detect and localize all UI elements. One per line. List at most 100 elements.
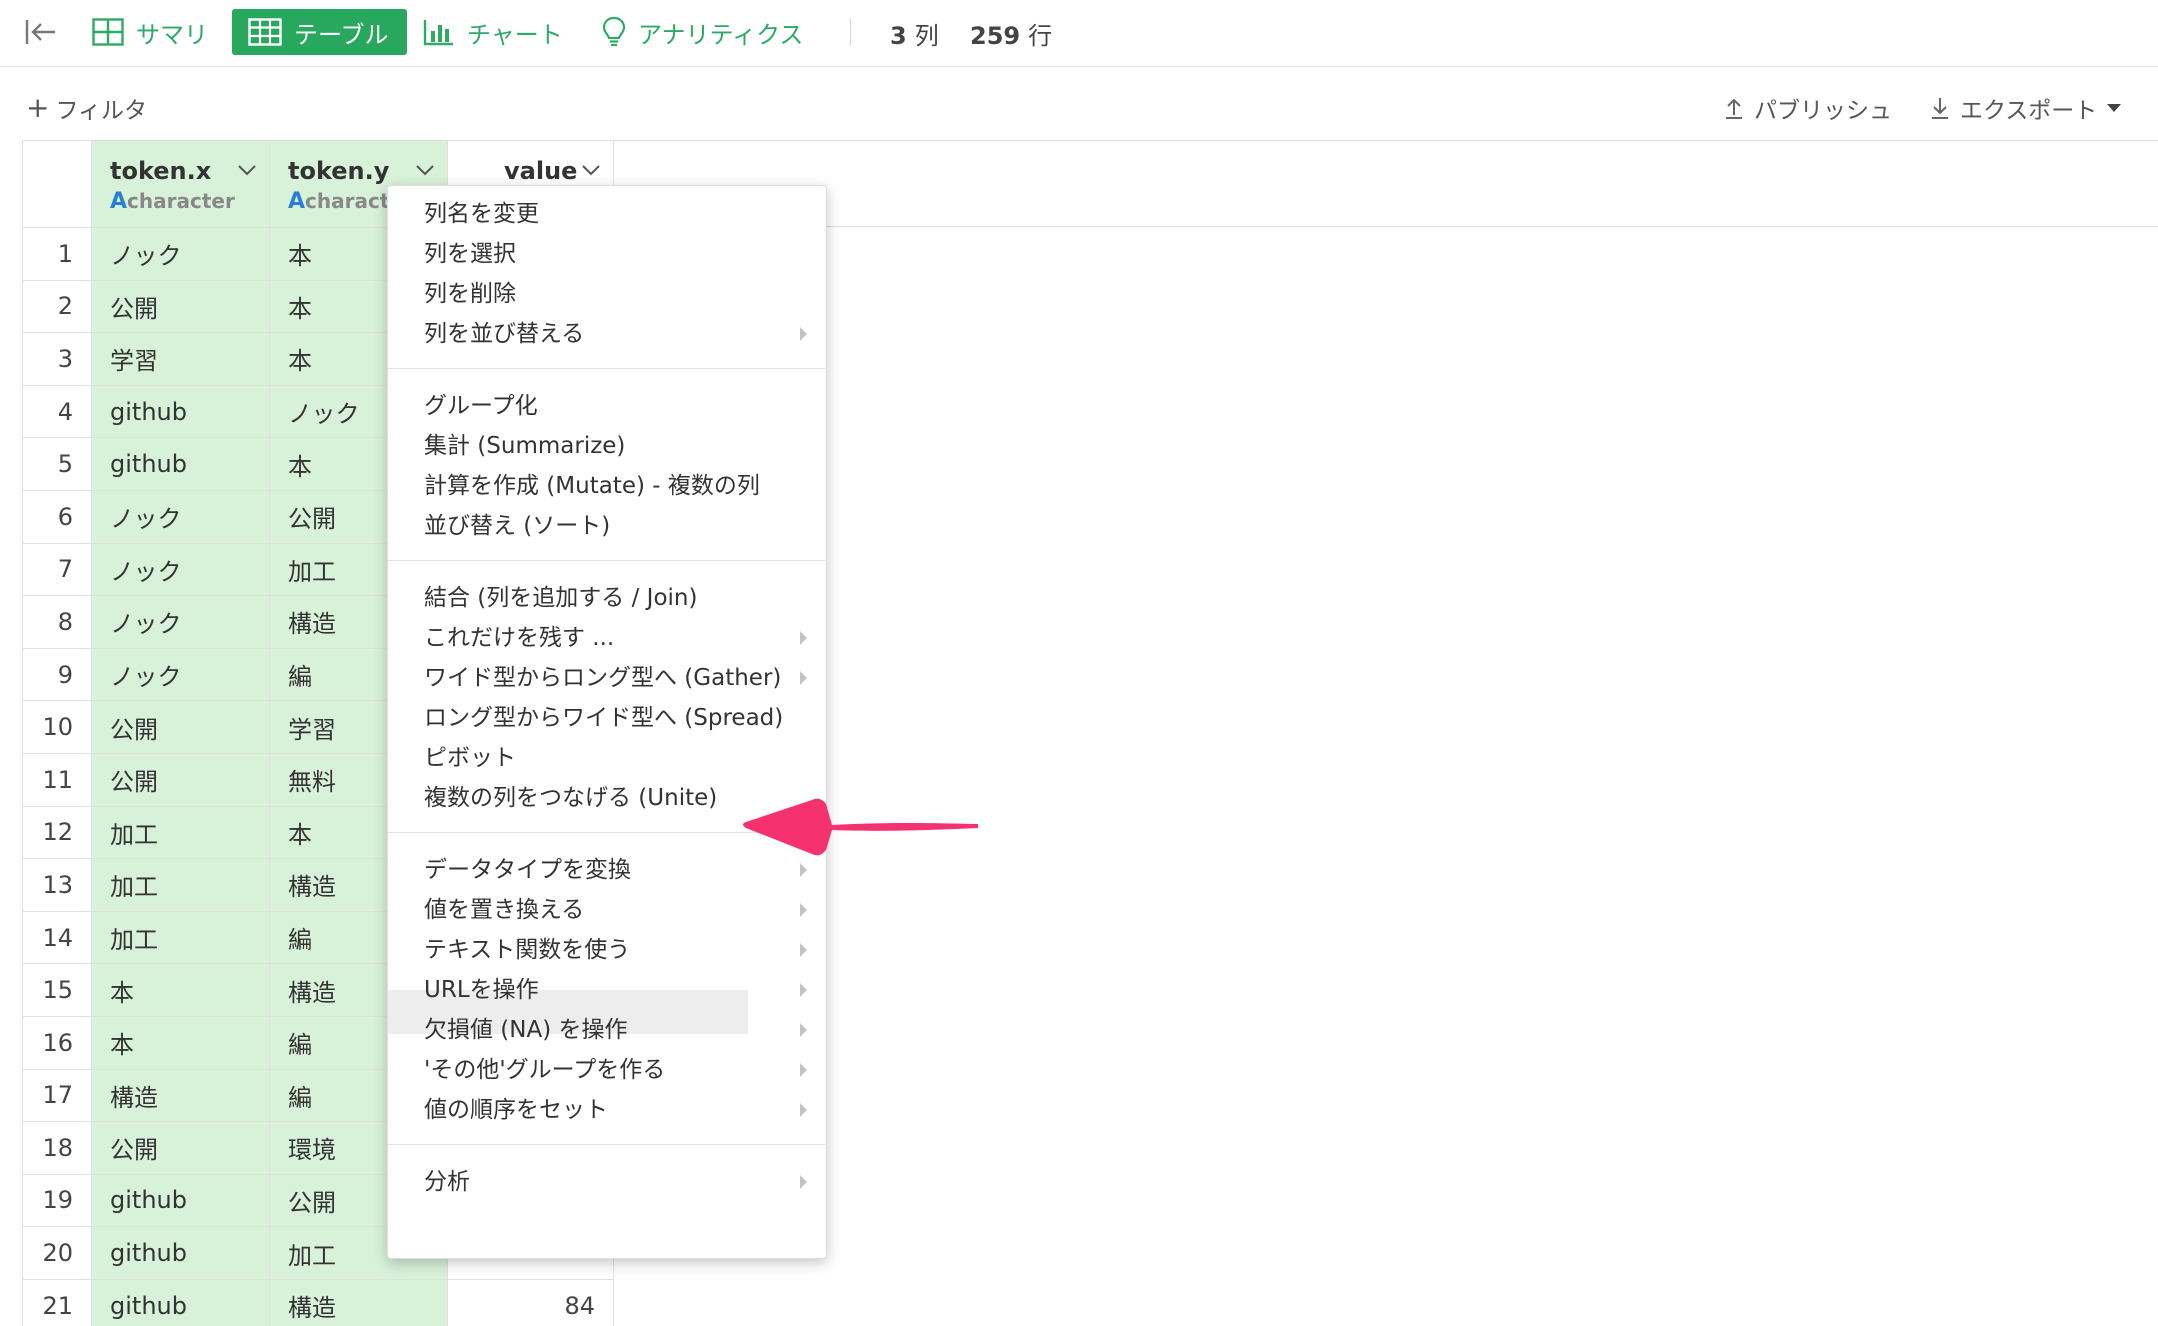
menu-item[interactable]: 列名を変更	[424, 194, 539, 234]
cell-token-x[interactable]: ノック	[91, 595, 270, 649]
more-options-icon[interactable]: ⋮	[2150, 96, 2158, 117]
row-number: 5	[22, 437, 92, 491]
submenu-arrow-icon	[800, 903, 807, 917]
submenu-arrow-icon	[800, 1103, 807, 1117]
annotation-arrow	[743, 798, 978, 856]
row-number: 13	[22, 858, 92, 912]
cell-token-x[interactable]: ノック	[91, 647, 270, 702]
column-name: token.y	[288, 157, 390, 185]
publish-button[interactable]: パブリッシュ	[1724, 91, 1892, 125]
menu-item[interactable]: 値の順序をセット	[424, 1090, 608, 1130]
character-type-icon: A	[110, 189, 128, 214]
row-number: 19	[22, 1173, 92, 1228]
menu-item[interactable]: 列を選択	[424, 234, 516, 274]
menu-item[interactable]: ピボット	[424, 738, 516, 778]
tab-analytics[interactable]: アナリティクス	[602, 9, 803, 55]
column-type: Acharacter	[110, 189, 235, 214]
tab-summary[interactable]: サマリ	[92, 9, 208, 55]
row-number: 14	[22, 910, 92, 965]
cell-token-x[interactable]: 公開	[91, 752, 270, 807]
row-count-value: 259	[970, 22, 1021, 50]
row-number: 15	[22, 963, 92, 1017]
menu-item[interactable]: グループ化	[424, 386, 538, 426]
summary-grid-icon	[92, 18, 124, 46]
menu-item[interactable]: 値を置き換える	[424, 890, 584, 930]
row-number: 21	[22, 1278, 92, 1326]
cell-token-x[interactable]: ノック	[91, 542, 270, 597]
tab-chart[interactable]: チャート	[423, 9, 563, 55]
cell-token-x[interactable]: 公開	[91, 1121, 270, 1175]
cell-token-x[interactable]: 公開	[91, 279, 270, 334]
export-label: エクスポート	[1960, 98, 2098, 124]
cell-token-x[interactable]: 公開	[91, 700, 270, 754]
tab-summary-label: サマリ	[136, 20, 208, 49]
row-number: 6	[22, 489, 92, 544]
submenu-arrow-icon	[800, 631, 807, 645]
row-number: 10	[22, 700, 92, 754]
plus-icon: +	[26, 91, 50, 124]
chevron-down-icon[interactable]	[581, 163, 601, 177]
menu-item-unite[interactable]: 複数の列をつなげる (Unite)	[424, 778, 717, 818]
cell-token-x[interactable]: 本	[91, 1015, 270, 1070]
menu-item[interactable]: URLを操作	[424, 970, 539, 1010]
menu-item[interactable]: これだけを残す ...	[424, 618, 614, 658]
tab-chart-label: チャート	[467, 20, 563, 49]
cell-token-x[interactable]: github	[91, 1173, 270, 1228]
cell-token-x[interactable]: github	[91, 1226, 270, 1280]
row-number: 3	[22, 332, 92, 386]
table-icon	[248, 18, 282, 46]
cell-token-x[interactable]: 本	[91, 963, 270, 1017]
cell-token-x[interactable]: 加工	[91, 805, 270, 860]
row-number: 11	[22, 752, 92, 807]
tab-table[interactable]: テーブル	[232, 9, 407, 55]
cell-token-y[interactable]: 構造	[269, 1278, 448, 1326]
row-number: 20	[22, 1226, 92, 1280]
cell-token-x[interactable]: 加工	[91, 858, 270, 912]
add-filter-button[interactable]: + フィルタ	[26, 91, 147, 125]
data-grid: token.x Acharacter token.y Acharacter va…	[22, 140, 2158, 1326]
menu-divider	[388, 560, 826, 561]
cell-token-x[interactable]: ノック	[91, 489, 270, 544]
submenu-arrow-icon	[800, 1023, 807, 1037]
collapse-panel-icon[interactable]	[22, 14, 58, 50]
chevron-down-icon[interactable]	[415, 163, 435, 177]
tab-table-label: テーブル	[294, 20, 389, 49]
column-context-menu: 列名を変更 列を選択 列を削除 列を並び替える グループ化 集計 (Summarize) 計…	[387, 185, 827, 1259]
menu-item[interactable]: 欠損値 (NA) を操作	[424, 1010, 628, 1050]
row-number: 4	[22, 384, 92, 439]
cell-value[interactable]: 84	[447, 1278, 614, 1326]
cell-token-x[interactable]: 構造	[91, 1068, 270, 1123]
upload-icon	[1724, 96, 1744, 120]
menu-item[interactable]: 並び替え (ソート)	[424, 506, 610, 546]
tab-analytics-label: アナリティクス	[638, 20, 804, 49]
menu-item[interactable]: 列を並び替える	[424, 314, 584, 354]
menu-item[interactable]: ロング型からワイド型へ (Spread)	[424, 698, 783, 738]
menu-item[interactable]: ワイド型からロング型へ (Gather)	[424, 658, 781, 698]
character-type-icon: A	[288, 189, 306, 214]
row-number: 17	[22, 1068, 92, 1123]
menu-item[interactable]: 結合 (列を追加する / Join)	[424, 578, 697, 618]
column-header-token-x[interactable]: token.x Acharacter	[91, 140, 270, 228]
menu-item[interactable]: 分析	[424, 1162, 470, 1202]
export-button[interactable]: エクスポート	[1930, 91, 2122, 125]
menu-item[interactable]: 集計 (Summarize)	[424, 426, 625, 466]
menu-item[interactable]: データタイプを変換	[424, 850, 631, 890]
cell-token-x[interactable]: github	[91, 384, 270, 439]
menu-item[interactable]: 列を削除	[424, 274, 516, 314]
chevron-down-icon[interactable]	[237, 163, 257, 177]
menu-item[interactable]: 'その他'グループを作る	[424, 1050, 665, 1090]
cell-token-x[interactable]: 学習	[91, 332, 270, 386]
menu-item[interactable]: テキスト関数を使う	[424, 930, 630, 970]
cell-token-x[interactable]: 加工	[91, 910, 270, 965]
row-count: 259 行	[970, 16, 1052, 51]
row-number: 9	[22, 647, 92, 702]
cell-token-x[interactable]: ノック	[91, 227, 270, 281]
cell-token-x[interactable]: github	[91, 1278, 270, 1326]
table-row[interactable]: 21 github 構造 84	[22, 1278, 614, 1326]
row-number: 18	[22, 1121, 92, 1175]
row-number: 2	[22, 279, 92, 334]
column-name: value	[504, 157, 578, 185]
menu-divider	[388, 1144, 826, 1145]
menu-item[interactable]: 計算を作成 (Mutate) - 複数の列	[424, 466, 760, 506]
cell-token-x[interactable]: github	[91, 437, 270, 491]
